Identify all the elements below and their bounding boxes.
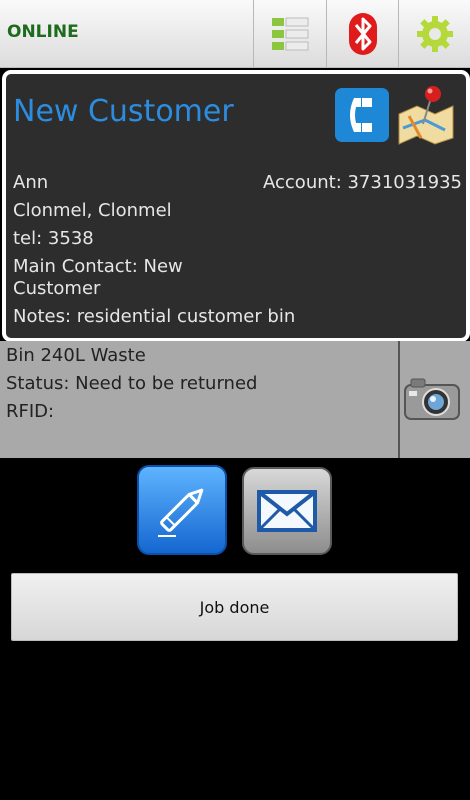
bluetooth-icon	[349, 12, 377, 55]
bin-status: Status: Need to be returned	[6, 373, 258, 394]
bin-rfid: RFID:	[6, 401, 55, 422]
connection-status: ONLINE	[7, 22, 79, 42]
list-icon	[272, 17, 309, 50]
pen-icon	[158, 488, 204, 537]
bin-type: Bin 240L Waste	[6, 345, 146, 366]
customer-telephone[interactable]: tel: 3538	[13, 228, 94, 250]
customer-address: Clonmel, Clonmel	[13, 200, 172, 221]
bin-info-panel: Bin 240L Waste Status: Need to be return…	[0, 341, 470, 458]
main-contact: Main Contact: New Customer	[13, 256, 183, 299]
camera-button[interactable]	[403, 375, 461, 423]
list-button[interactable]	[253, 0, 326, 67]
envelope-icon	[257, 490, 317, 532]
bin-divider	[398, 341, 400, 458]
top-toolbar: ONLINE	[0, 0, 470, 68]
call-button[interactable]	[335, 88, 389, 142]
job-done-button[interactable]: Job done	[11, 573, 458, 641]
settings-button[interactable]	[398, 0, 470, 67]
camera-icon	[404, 378, 460, 420]
customer-notes: Notes: residential customer bin	[13, 306, 296, 327]
account-number: Account: 3731031935	[263, 172, 462, 193]
map-button[interactable]	[395, 84, 457, 146]
edit-button[interactable]	[137, 465, 227, 555]
map-pin-icon	[398, 86, 454, 145]
customer-name: New Customer	[13, 94, 234, 129]
phone-icon	[350, 98, 372, 132]
contact-name: Ann	[13, 172, 49, 193]
email-button[interactable]	[242, 467, 332, 555]
bluetooth-button[interactable]	[326, 0, 399, 67]
customer-card: New Customer Ann Account: 3731031935 Clo…	[2, 70, 470, 342]
gear-icon	[417, 15, 453, 52]
